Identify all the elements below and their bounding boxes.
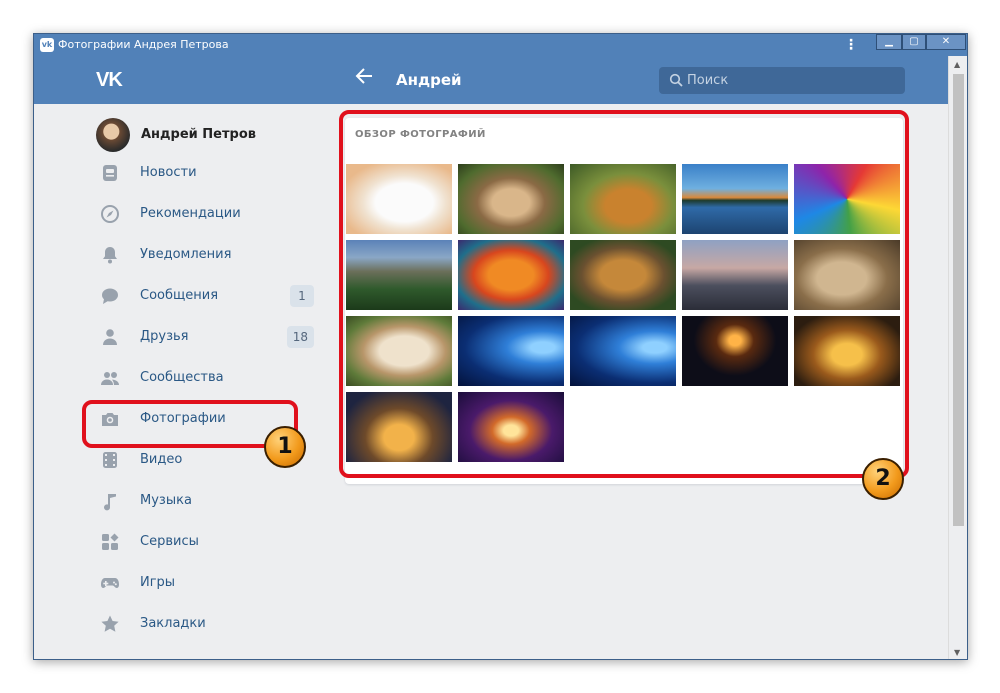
step-number-badge: 2 [862,458,904,500]
grid-icon [102,533,119,550]
film-icon [103,452,117,468]
sidebar-item-recommendations[interactable]: Рекомендации [96,199,322,229]
sidebar-item-bookmarks[interactable]: Закладки [96,609,322,639]
title-bar: vk Фотографии Андрея Петрова ⋮ ▁ ▢ ✕ [34,34,967,56]
sidebar-item-label: Рекомендации [140,206,241,221]
sidebar-item-label: Видео [140,452,183,467]
sidebar-item-messages[interactable]: Сообщения 1 [96,281,322,311]
maximize-button[interactable]: ▢ [902,34,926,50]
scrollbar[interactable]: ▲ ▼ [948,56,967,659]
sidebar-item-music[interactable]: Музыка [96,486,322,516]
sidebar-item-label: Друзья [140,329,189,344]
vk-logo[interactable]: VK [96,69,123,92]
sidebar-item-label: Уведомления [140,247,232,262]
minimize-button[interactable]: ▁ [876,34,902,50]
sidebar-item-friends[interactable]: Друзья 18 [96,322,322,352]
close-button[interactable]: ✕ [926,34,966,50]
step-number-badge: 1 [264,426,306,468]
sidebar-item-services[interactable]: Сервисы [96,527,322,557]
sidebar-item-label: Новости [140,165,197,180]
scrollbar-thumb[interactable] [953,74,964,526]
sidebar-item-label: Закладки [140,616,206,631]
search-icon [669,73,683,87]
sidebar-item-label: Игры [140,575,176,590]
star-icon [101,615,119,632]
sidebar-item-communities[interactable]: Сообщества [96,363,322,393]
window-title: Фотографии Андрея Петрова [58,38,229,51]
kebab-menu-icon[interactable]: ⋮ [844,37,858,53]
search-box[interactable] [659,67,905,94]
chat-bubble-icon [102,288,118,304]
sidebar-item-label: Сообщества [140,370,224,385]
sidebar-item-label: Сервисы [140,534,199,549]
music-note-icon [104,494,116,511]
sidebar-item-notifications[interactable]: Уведомления [96,240,322,270]
sidebar: Андрей Петров Новости Рекомендации Уведо… [34,104,324,659]
app-window: vk Фотографии Андрея Петрова ⋮ ▁ ▢ ✕ VK … [33,33,968,660]
person-icon [103,329,117,345]
page-title: Андрей [396,71,462,89]
sidebar-item-news[interactable]: Новости [96,158,322,188]
scroll-up-arrow-icon[interactable]: ▲ [954,60,960,69]
search-input[interactable] [687,67,897,94]
gamepad-icon [101,578,119,588]
vk-app-icon: vk [40,38,54,52]
people-icon [101,372,119,385]
sidebar-item-games[interactable]: Игры [96,568,322,598]
sidebar-item-label: Сообщения [140,288,219,303]
back-arrow-icon[interactable] [354,66,374,92]
bell-icon [103,247,117,264]
highlight-box-photo-grid [339,110,909,478]
compass-icon [101,205,119,223]
scroll-down-arrow-icon[interactable]: ▼ [954,648,960,657]
newspaper-icon [103,165,117,181]
avatar[interactable] [96,118,130,152]
top-header: VK Андрей [34,56,948,104]
friends-count-badge: 18 [286,326,314,348]
unread-count-badge: 1 [290,285,314,307]
profile-name: Андрей Петров [141,127,256,142]
sidebar-item-label: Музыка [140,493,192,508]
